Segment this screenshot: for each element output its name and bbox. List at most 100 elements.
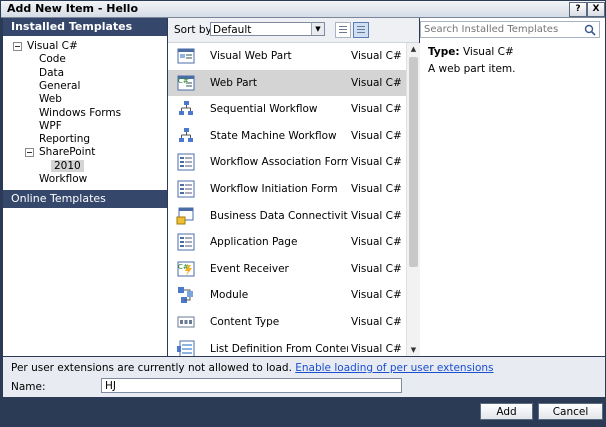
template-name: Web Part: [210, 76, 257, 89]
template-row[interactable]: Workflow Association Form Visual C#: [168, 149, 406, 175]
template-type: Type: Visual C#: [428, 46, 514, 58]
template-language: Visual C#: [351, 103, 402, 116]
template-language: Visual C#: [351, 156, 402, 169]
template-row[interactable]: Workflow Initiation Form Visual C#: [168, 176, 406, 202]
workflow-icon: [179, 101, 193, 116]
window-title: Add New Item - Hello: [7, 2, 139, 15]
tree-item-label: Reporting: [39, 133, 91, 146]
tree-item-label: General: [39, 79, 81, 92]
close-button[interactable]: X: [587, 2, 605, 17]
title-bar: Add New Item - Hello ? X: [1, 1, 605, 18]
scroll-up-icon[interactable]: ▲: [407, 43, 420, 55]
template-row[interactable]: Module Visual C#: [168, 282, 406, 308]
form-icon: [177, 233, 195, 251]
module-icon: [178, 287, 193, 304]
name-input[interactable]: [101, 378, 402, 393]
add-button[interactable]: Add: [480, 403, 533, 420]
tree-item[interactable]: Visual C#: [13, 40, 78, 53]
template-list: Visual Web Part Visual C# C# Web Part Visual…: [168, 43, 406, 356]
template-row[interactable]: C# Web Part Visual C#: [168, 69, 406, 96]
tree-item[interactable]: WPF: [39, 120, 62, 133]
tree-item-label: Visual C#: [27, 40, 78, 52]
template-language: Visual C#: [351, 183, 402, 195]
tree-item[interactable]: Code: [39, 53, 66, 66]
tree-item-label: SharePoint: [39, 146, 96, 159]
form-icon: [177, 180, 195, 198]
tree-item[interactable]: SharePoint: [25, 146, 96, 159]
event-receiver-icon: C#: [177, 261, 195, 277]
help-button[interactable]: ?: [569, 2, 587, 17]
tree-item[interactable]: Reporting: [39, 133, 90, 146]
enable-extensions-link[interactable]: Enable loading of per user extensions: [295, 362, 493, 374]
bdc-model-icon: [176, 207, 194, 225]
template-list-scrollbar[interactable]: ▲ ▼: [406, 43, 420, 356]
cancel-button[interactable]: Cancel: [538, 403, 603, 420]
template-row[interactable]: Application Page Visual C#: [168, 229, 406, 255]
template-name: Event Receiver: [210, 262, 289, 275]
sort-by-label: Sort by:: [174, 24, 215, 36]
chevron-down-icon: ▼: [311, 23, 324, 35]
tree-item[interactable]: Workflow: [39, 173, 87, 186]
search-icon[interactable]: [584, 24, 596, 36]
add-new-item-dialog: Add New Item - Hello ? X Installed Templ…: [0, 0, 606, 427]
template-row[interactable]: C# Event Receiver Visual C#: [168, 256, 406, 282]
content-type-icon: [177, 316, 195, 328]
form-icon: [177, 153, 195, 171]
template-name: Workflow Initiation Form: [210, 183, 338, 195]
template-row[interactable]: Business Data Connectivity Mo···Visual C…: [168, 203, 406, 229]
tree-item-label: WPF: [39, 119, 62, 132]
template-name: Application Page: [210, 236, 298, 249]
dialog-footer: Add Cancel: [3, 398, 605, 426]
tree-item[interactable]: General: [39, 80, 80, 93]
template-language: Visual C#: [351, 316, 402, 328]
template-language: Visual C#: [351, 289, 402, 302]
template-row[interactable]: Content Type Visual C#: [168, 309, 406, 335]
template-list-pane: Sort by: Default ▼ Visual Web Part Visual…: [168, 18, 420, 356]
template-name: Content Type: [210, 316, 280, 328]
tree-item-label: 2010: [51, 159, 84, 172]
search-box[interactable]: [420, 21, 600, 38]
tree-item-label: Workflow: [39, 173, 88, 185]
template-name: Sequential Workflow: [210, 103, 318, 116]
online-templates-item[interactable]: Online Templates: [3, 190, 167, 208]
extensions-message-text: Per user extensions are currently not al…: [11, 362, 292, 374]
template-language: Visual C#: [351, 76, 402, 89]
item-options-area: Per user extensions are currently not al…: [3, 357, 605, 397]
scroll-down-icon[interactable]: ▼: [407, 344, 420, 356]
collapse-icon[interactable]: [25, 148, 34, 158]
template-language: Visual C#: [351, 262, 402, 275]
list-view-button[interactable]: [353, 22, 369, 38]
template-row[interactable]: Visual Web Part Visual C#: [168, 43, 406, 69]
template-name: Workflow Association Form: [210, 156, 348, 169]
installed-templates-header[interactable]: Installed Templates: [3, 18, 167, 36]
tree-item[interactable]: 2010: [51, 159, 84, 173]
scrollbar-thumb[interactable]: [409, 57, 418, 267]
template-row[interactable]: Sequential Workflow Visual C#: [168, 96, 406, 122]
template-row[interactable]: State Machine Workflow Visual C#: [168, 123, 406, 149]
sort-by-dropdown[interactable]: Default ▼: [210, 22, 325, 36]
tree-item[interactable]: Web: [39, 93, 62, 106]
template-language: Visual C#: [351, 129, 402, 142]
small-icons-view-button[interactable]: [335, 22, 351, 38]
template-name: State Machine Workflow: [210, 129, 337, 142]
template-category-pane: Installed Templates Visual C# Code Data Gen…: [3, 18, 167, 356]
template-language: Visual C#: [351, 342, 402, 355]
visual-web-part-icon: [177, 48, 195, 64]
template-details-pane: Type: Visual C# A web part item.: [420, 18, 605, 356]
template-row[interactable]: List Definition From Content TypeVisual …: [168, 336, 406, 356]
template-name: Business Data Connectivity Mo···: [210, 209, 348, 222]
tree-item[interactable]: Data: [39, 67, 64, 80]
extensions-message: Per user extensions are currently not al…: [11, 362, 494, 374]
collapse-icon[interactable]: [13, 42, 22, 51]
sort-by-value: Default: [213, 24, 252, 36]
web-part-icon: C#: [177, 75, 195, 91]
template-language: Visual C#: [351, 50, 402, 62]
tree-item-label: Code: [39, 53, 66, 66]
type-value: Visual C#: [462, 46, 514, 58]
workflow-icon: [179, 127, 193, 142]
template-name: List Definition From Content Type: [210, 342, 348, 355]
template-name: Visual Web Part: [210, 50, 292, 62]
search-input[interactable]: [421, 22, 584, 37]
tree-item[interactable]: Windows Forms: [39, 107, 121, 120]
name-label: Name:: [11, 381, 46, 393]
